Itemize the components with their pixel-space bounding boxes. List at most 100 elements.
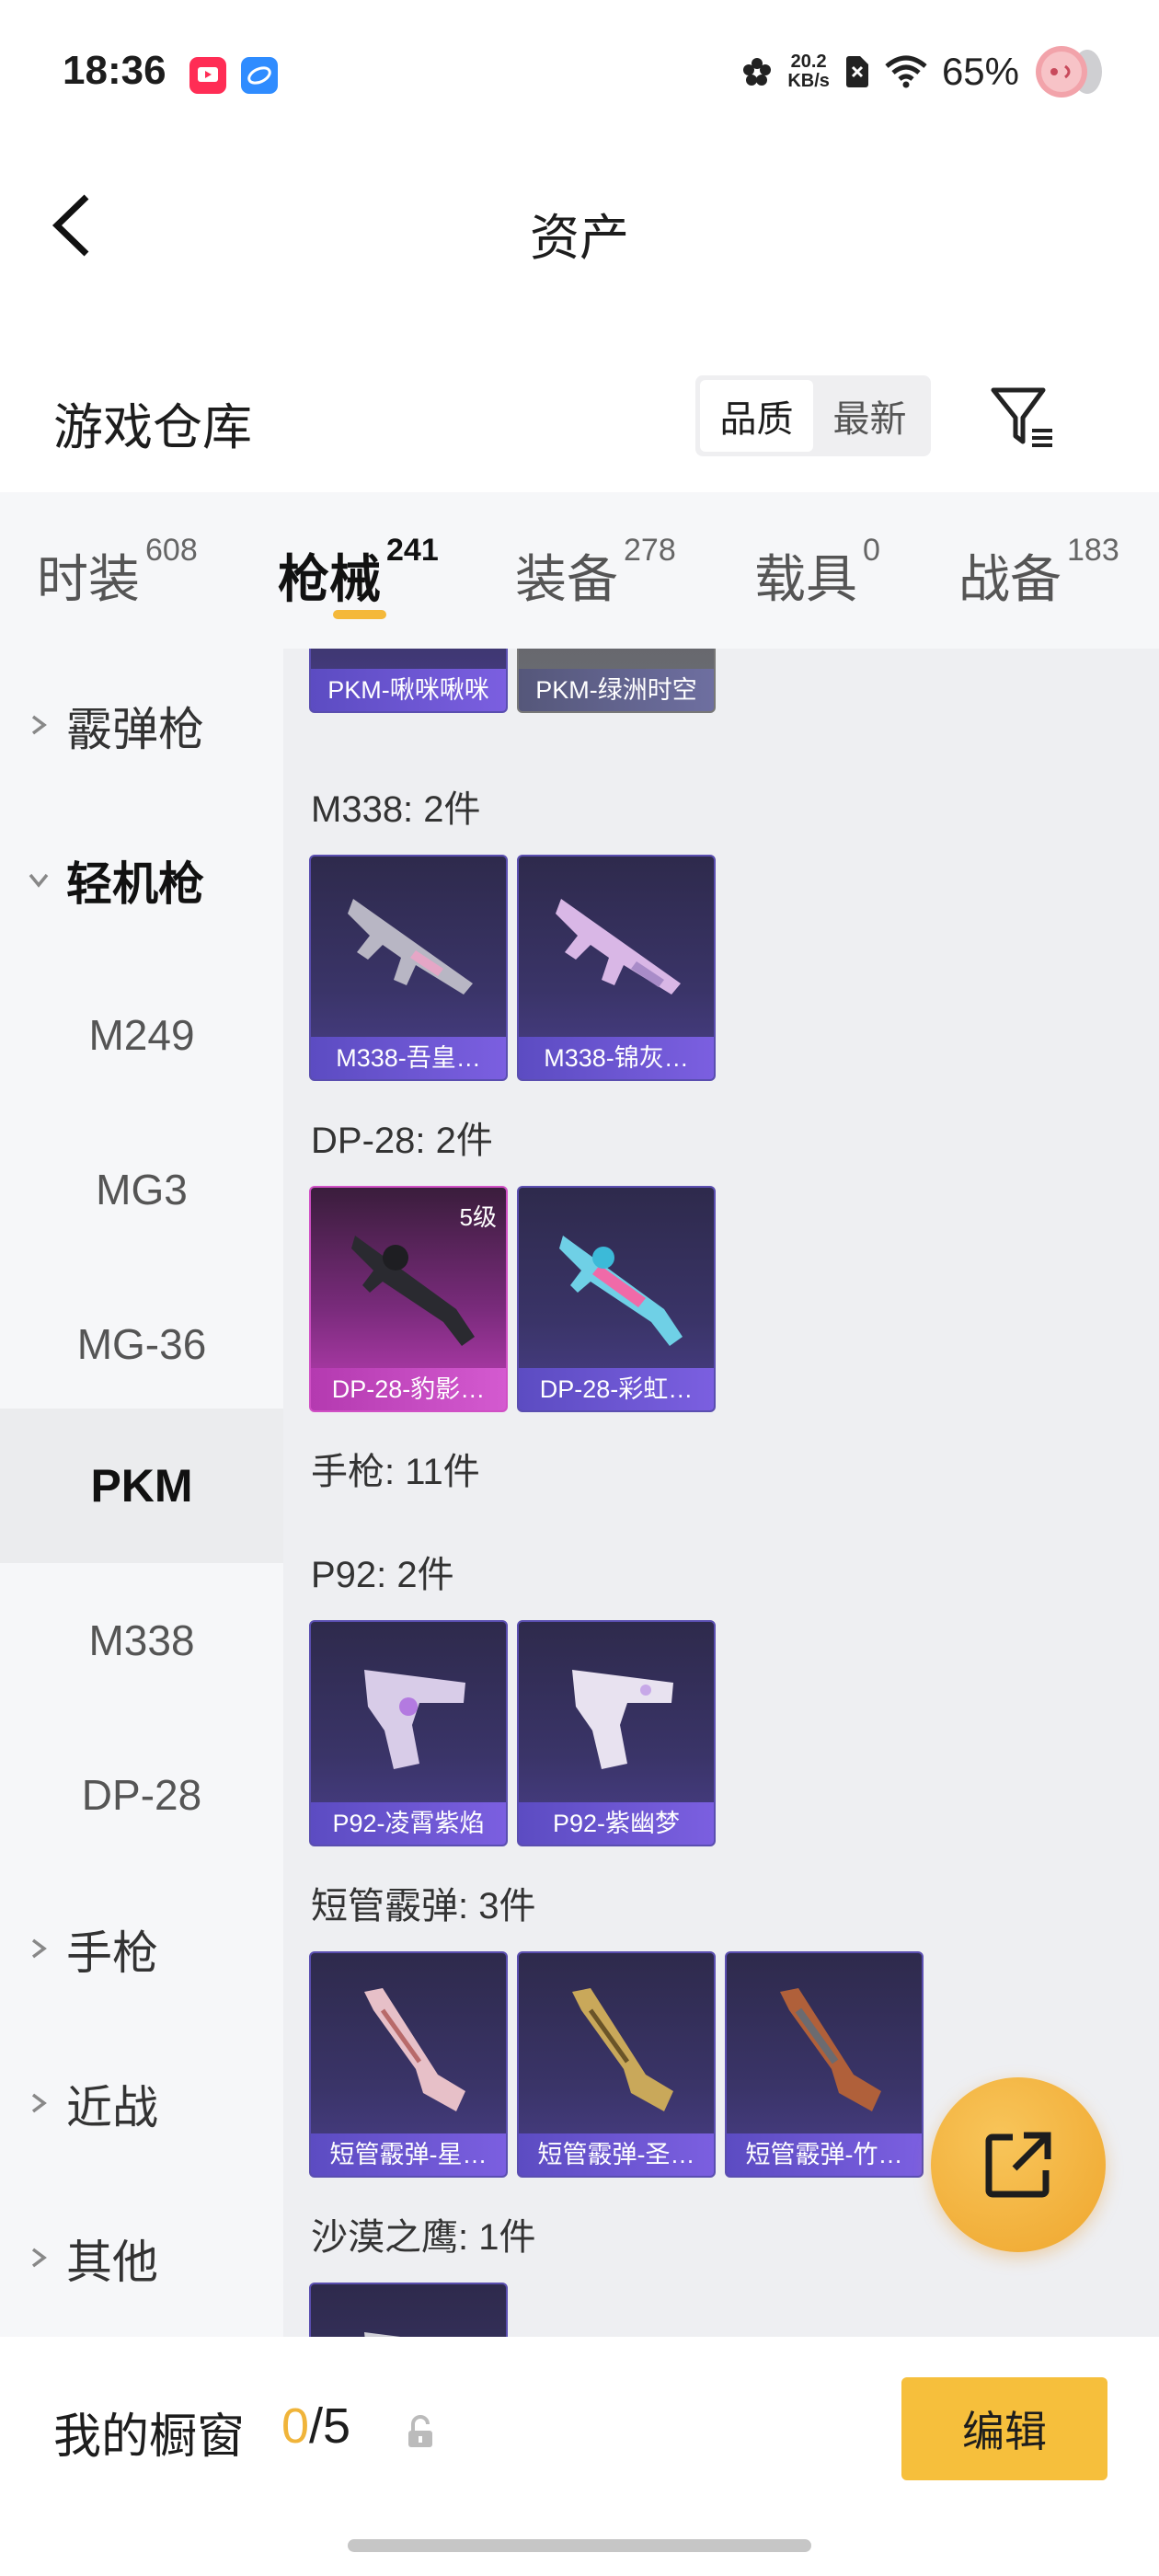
status-bar: 18:36 20.2 KB/s 65% (0, 0, 1159, 147)
gun-image-icon (364, 2332, 401, 2337)
status-time: 18:36 (63, 48, 166, 93)
speed-value: 20.2 (790, 52, 827, 72)
battery-level: 65% (941, 50, 1019, 93)
showcase-bar: 我的橱窗 0/5 编辑 (0, 2337, 1159, 2576)
section-title: M338: 2件 (311, 789, 481, 830)
status-right: 20.2 KB/s 65% (741, 44, 1104, 99)
sidebar-item-label: 霰弹枪 (66, 704, 204, 755)
tab-firearms[interactable]: 枪械 241 (278, 533, 439, 613)
tab-equipment[interactable]: 装备 278 (515, 533, 676, 613)
item-name: 短管霰弹-星… (311, 2133, 506, 2176)
item-name: P92-凌霄紫焰 (311, 1802, 506, 1845)
item-name: P92-紫幽梦 (519, 1802, 714, 1845)
tab-label: 装备 (515, 550, 618, 608)
gun-image-icon (572, 1670, 673, 1769)
wifi-icon (885, 55, 927, 88)
edit-button[interactable]: 编辑 (901, 2377, 1107, 2480)
item-card[interactable]: PKM-啾咪啾咪 (309, 649, 508, 713)
filter-button[interactable] (988, 383, 1058, 453)
browser-app-icon (241, 57, 278, 94)
gun-image-icon (572, 1988, 673, 2111)
gun-image-icon (556, 899, 681, 995)
item-card[interactable]: M338-锦灰… (517, 855, 716, 1081)
tab-count: 241 (386, 533, 439, 568)
tab-count: 183 (1067, 533, 1119, 568)
item-card[interactable]: 短管霰弹-星… (309, 1951, 508, 2178)
item-name: M338-锦灰… (519, 1037, 714, 1079)
sidebar-item-m249[interactable]: M249 (0, 958, 283, 1112)
active-tab-indicator (333, 610, 386, 619)
sidebar-item-pistol[interactable]: 手枪 (0, 1872, 283, 2027)
sidebar-item-lmg[interactable]: 轻机枪 (0, 803, 283, 958)
category-tabs: 时装 608 枪械 241 装备 278 载具 0 战备 183 (0, 492, 1159, 649)
item-name: PKM-啾咪啾咪 (311, 669, 506, 711)
item-card[interactable]: 5级 DP-28-豹影… (309, 1186, 508, 1412)
tab-count: 278 (624, 533, 676, 568)
sidebar-item-label: 近战 (66, 2082, 158, 2133)
showcase-title: 我的橱窗 (53, 2410, 246, 2464)
item-card[interactable]: M338-吾皇… (309, 855, 508, 1081)
share-fab-button[interactable] (931, 2077, 1106, 2252)
avatar[interactable] (1034, 44, 1104, 99)
section-title: 短管霰弹: 3件 (311, 1886, 536, 1926)
flower-icon (743, 58, 772, 86)
gun-image-icon (351, 1236, 475, 1346)
speed-unit: KB/s (787, 71, 830, 91)
showcase-current: 0 (281, 2398, 310, 2454)
gun-image-icon (780, 1988, 881, 2111)
section-title: DP-28: 2件 (311, 1121, 493, 1161)
tab-count: 608 (145, 533, 198, 568)
item-card[interactable]: DP-28-彩虹… (517, 1186, 716, 1412)
sidebar-item-mg36[interactable]: MG-36 (0, 1267, 283, 1421)
sidebar-item-label: 手枪 (66, 1927, 158, 1979)
sort-latest-button[interactable]: 最新 (813, 380, 926, 452)
item-name: 短管霰弹-圣… (519, 2133, 714, 2176)
tab-label: 载具 (754, 550, 857, 608)
sidebar-item-m338[interactable]: M338 (0, 1563, 283, 1718)
item-name: DP-28-豹影… (311, 1368, 506, 1410)
sidebar-item-other[interactable]: 其他 (0, 2181, 283, 2336)
section-title: P92: 2件 (311, 1555, 454, 1595)
item-card[interactable]: P92-紫幽梦 (517, 1620, 716, 1846)
tab-fashion[interactable]: 时装 608 (37, 533, 198, 613)
section-title: 手枪: 11件 (311, 1452, 480, 1492)
gun-image-icon (535, 649, 701, 656)
showcase-max: /5 (309, 2398, 351, 2454)
item-card[interactable] (309, 2283, 508, 2337)
item-name: DP-28-彩虹… (519, 1368, 714, 1410)
tab-label: 时装 (37, 550, 140, 608)
sidebar-item-dp28[interactable]: DP-28 (0, 1718, 283, 1872)
item-card[interactable]: 短管霰弹-圣… (517, 1951, 716, 2178)
gun-image-icon (559, 1236, 683, 1346)
chevron-down-icon (29, 873, 49, 888)
tab-vehicles[interactable]: 载具 0 (754, 533, 880, 613)
gun-image-icon (348, 899, 473, 995)
sidebar-item-melee[interactable]: 近战 (0, 2027, 283, 2181)
tab-label: 枪械 (278, 550, 381, 608)
page-title: 资产 (530, 211, 629, 266)
home-indicator[interactable] (348, 2539, 811, 2552)
share-icon (985, 2132, 1051, 2198)
item-card[interactable]: 短管霰弹-竹… (725, 1951, 924, 2178)
item-name: PKM-绿洲时空 (519, 669, 714, 711)
warehouse-title: 游戏仓库 (53, 400, 252, 455)
sidebar-item-label: 其他 (66, 2237, 158, 2288)
weapon-type-sidebar: 霰弹枪 轻机枪 M249 MG3 MG-36 PKM M338 DP-28 手枪… (0, 649, 283, 2337)
network-speed: 20.2 KB/s (787, 52, 830, 91)
sidebar-item-shotgun[interactable]: 霰弹枪 (0, 649, 283, 803)
item-card[interactable]: PKM-绿洲时空 (517, 649, 716, 713)
sort-quality-button[interactable]: 品质 (700, 380, 813, 452)
sidebar-item-mg3[interactable]: MG3 (0, 1112, 283, 1267)
item-card[interactable]: P92-凌霄紫焰 (309, 1620, 508, 1846)
sim-off-icon (845, 56, 868, 87)
gun-image-icon (364, 1670, 465, 1769)
item-name: M338-吾皇… (311, 1037, 506, 1079)
gun-image-icon (327, 649, 493, 656)
showcase-count: 0/5 (281, 2398, 350, 2455)
sort-toggle: 品质 最新 (695, 375, 931, 456)
tab-supplies[interactable]: 战备 183 (958, 533, 1119, 613)
page-header: 资产 (0, 156, 1159, 294)
lock-icon (408, 2415, 432, 2447)
tab-label: 战备 (958, 550, 1061, 608)
sidebar-item-pkm[interactable]: PKM (0, 1409, 283, 1563)
